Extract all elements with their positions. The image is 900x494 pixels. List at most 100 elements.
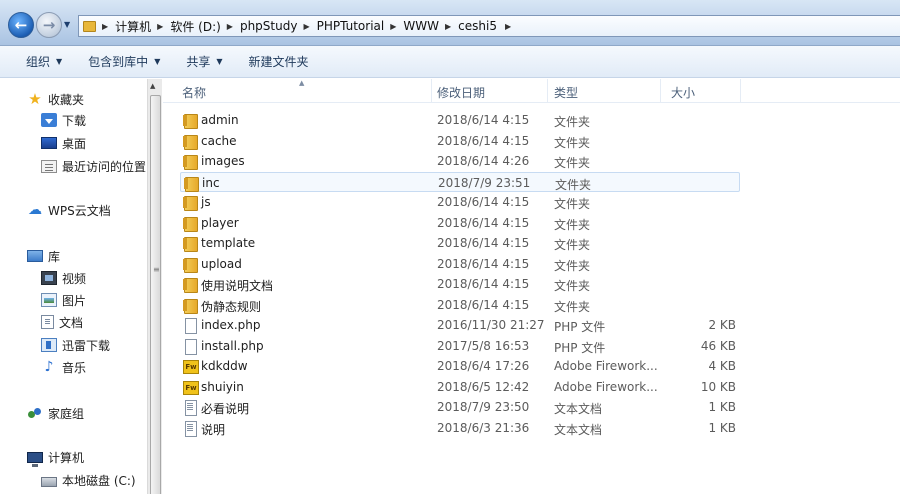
file-type: PHP 文件: [554, 320, 606, 334]
breadcrumb-item-www[interactable]: ▶ WWW: [390, 19, 439, 33]
file-date: 2018/6/14 4:15: [437, 215, 530, 230]
sidebar-scrollbar[interactable]: ▲ ≡: [147, 79, 162, 494]
folder-icon: [83, 20, 96, 32]
column-header-size[interactable]: 大小: [671, 84, 695, 101]
file-type: 文件夹: [554, 238, 591, 252]
fireworks-file-icon: [182, 358, 199, 374]
breadcrumb-item-phpstudy[interactable]: ▶ phpStudy: [227, 19, 298, 33]
share-button[interactable]: 共享 ▼: [186, 53, 222, 70]
new-folder-button[interactable]: 新建文件夹: [249, 53, 309, 70]
file-type: 文件夹: [554, 197, 591, 211]
file-name: kdkddw: [201, 359, 248, 373]
library-icon: [27, 250, 43, 262]
sidebar-item-favorites[interactable]: ★ 收藏夹: [27, 89, 84, 109]
sidebar-item-music[interactable]: ♪ 音乐: [41, 357, 86, 377]
scroll-up-arrow-icon[interactable]: ▲: [150, 82, 155, 90]
forward-button[interactable]: →: [36, 12, 62, 38]
column-header-date[interactable]: 修改日期: [437, 84, 485, 101]
sidebar-item-documents[interactable]: 文档: [41, 312, 83, 332]
breadcrumb-item-ceshi5[interactable]: ▶ ceshi5 ▶: [445, 19, 518, 33]
file-type: 文件夹: [554, 156, 591, 170]
sidebar-item-pictures[interactable]: 图片: [41, 290, 86, 310]
chevron-right-icon[interactable]: ▶: [303, 22, 309, 31]
arrow-left-icon: ←: [14, 16, 28, 34]
music-icon: ♪: [44, 359, 54, 375]
file-date: 2018/6/5 12:42: [437, 379, 530, 394]
folder-icon: [182, 276, 198, 293]
file-date: 2018/6/14 4:15: [437, 236, 530, 250]
sidebar-item-videos[interactable]: 视频: [41, 268, 86, 288]
file-type: 文件夹: [554, 115, 591, 129]
table-row[interactable]: shuiyin2018/6/5 12:42Adobe Firework...10…: [180, 377, 740, 397]
file-name: js: [201, 195, 211, 209]
sidebar-item-homegroup[interactable]: 家庭组: [27, 403, 84, 423]
column-divider[interactable]: [431, 79, 432, 103]
file-size: 4 KB: [708, 359, 736, 373]
table-row[interactable]: 使用说明文档 2018/6/14 4:15 文件夹: [180, 274, 740, 294]
column-divider[interactable]: [740, 79, 741, 103]
file-name: 必看说明: [201, 402, 250, 416]
folder-icon: [182, 153, 198, 170]
table-row[interactable]: inc 2018/7/9 23:51 文件夹: [180, 171, 740, 192]
column-header-type[interactable]: 类型: [554, 84, 578, 101]
scrollbar-thumb[interactable]: [150, 95, 161, 494]
sidebar-item-recent[interactable]: 最近访问的位置: [41, 156, 146, 176]
table-row[interactable]: 必看说明 2018/7/9 23:50 文本文档 1 KB: [180, 397, 740, 417]
table-row[interactable]: 说明 2018/6/3 21:36 文本文档 1 KB: [180, 418, 740, 438]
sidebar-item-wps-cloud[interactable]: ☁ WPS云文档: [27, 200, 111, 220]
table-row[interactable]: install.php 2017/5/8 16:53 PHP 文件 46 KB: [180, 336, 740, 356]
file-type: 文本文档: [554, 402, 603, 416]
breadcrumb-item-phptutorial[interactable]: ▶ PHPTutorial: [303, 19, 384, 33]
column-divider[interactable]: [547, 79, 548, 103]
table-row[interactable]: player 2018/6/14 4:15 文件夹: [180, 213, 740, 233]
column-divider[interactable]: [660, 79, 661, 103]
table-row[interactable]: cache 2018/6/14 4:15 文件夹: [180, 131, 740, 151]
folder-icon: [182, 133, 198, 150]
chevron-right-icon[interactable]: ▶: [227, 22, 233, 31]
chevron-down-icon: ▼: [216, 57, 223, 66]
file-type: 文本文档: [554, 422, 603, 437]
table-row[interactable]: images 2018/6/14 4:26 文件夹: [180, 151, 740, 171]
table-row[interactable]: kdkddw2018/6/4 17:26Adobe Firework...4 K…: [180, 356, 740, 376]
sidebar-item-downloads[interactable]: 下载: [41, 110, 86, 130]
table-row[interactable]: upload 2018/6/14 4:15 文件夹: [180, 254, 740, 274]
file-date: 2018/6/14 4:15: [437, 133, 530, 148]
breadcrumb-item-computer[interactable]: ▶ 计算机: [102, 18, 151, 35]
file-type: 文件夹: [554, 135, 591, 150]
sidebar-item-computer[interactable]: 计算机: [27, 447, 84, 467]
recent-pages-dropdown[interactable]: ▼: [64, 20, 70, 29]
sidebar-item-thunder-downloads[interactable]: 迅雷下载: [41, 335, 110, 355]
folder-icon: [182, 112, 198, 129]
chevron-right-icon[interactable]: ▶: [445, 22, 451, 31]
table-row[interactable]: js 2018/6/14 4:15 文件夹: [180, 192, 740, 212]
column-header-name[interactable]: 名称: [182, 84, 206, 101]
breadcrumb-item-drive-d[interactable]: ▶ 软件 (D:): [157, 18, 221, 35]
organize-button[interactable]: 组织 ▼: [26, 53, 62, 70]
include-in-library-button[interactable]: 包含到库中 ▼: [88, 53, 160, 70]
chevron-right-icon[interactable]: ▶: [102, 22, 108, 31]
file-size: 1 KB: [708, 420, 736, 435]
table-row[interactable]: template 2018/6/14 4:15 文件夹: [180, 233, 740, 253]
table-row[interactable]: 伪静态规则 2018/6/14 4:15 文件夹: [180, 295, 740, 315]
sidebar-item-desktop[interactable]: 桌面: [41, 133, 86, 153]
chevron-right-icon[interactable]: ▶: [390, 22, 396, 31]
chevron-right-icon[interactable]: ▶: [157, 22, 163, 31]
file-date: 2018/6/14 4:15: [437, 195, 530, 209]
file-icon: [182, 338, 198, 355]
sidebar-item-library[interactable]: 库: [27, 246, 60, 266]
chevron-right-icon[interactable]: ▶: [505, 22, 511, 31]
back-button[interactable]: ←: [8, 12, 34, 38]
drive-icon: [41, 477, 57, 487]
column-headers: ▲ 名称 修改日期 类型 大小: [163, 79, 900, 103]
file-size: 46 KB: [700, 338, 736, 353]
folder-icon: [182, 297, 198, 314]
file-date: 2018/6/14 4:15: [437, 256, 530, 271]
document-icon: [41, 315, 54, 329]
breadcrumb[interactable]: ▶ 计算机 ▶ 软件 (D:) ▶ phpStudy ▶ PHPTutorial ▶ WW…: [78, 15, 900, 37]
file-name: shuiyin: [201, 379, 244, 394]
table-row[interactable]: admin 2018/6/14 4:15 文件夹: [180, 110, 740, 130]
table-row[interactable]: index.php 2016/11/30 21:27 PHP 文件 2 KB: [180, 315, 740, 335]
star-icon: ★: [28, 90, 42, 108]
sidebar-item-local-disk-c[interactable]: 本地磁盘 (C:): [41, 470, 136, 490]
arrow-right-icon: →: [42, 16, 56, 34]
